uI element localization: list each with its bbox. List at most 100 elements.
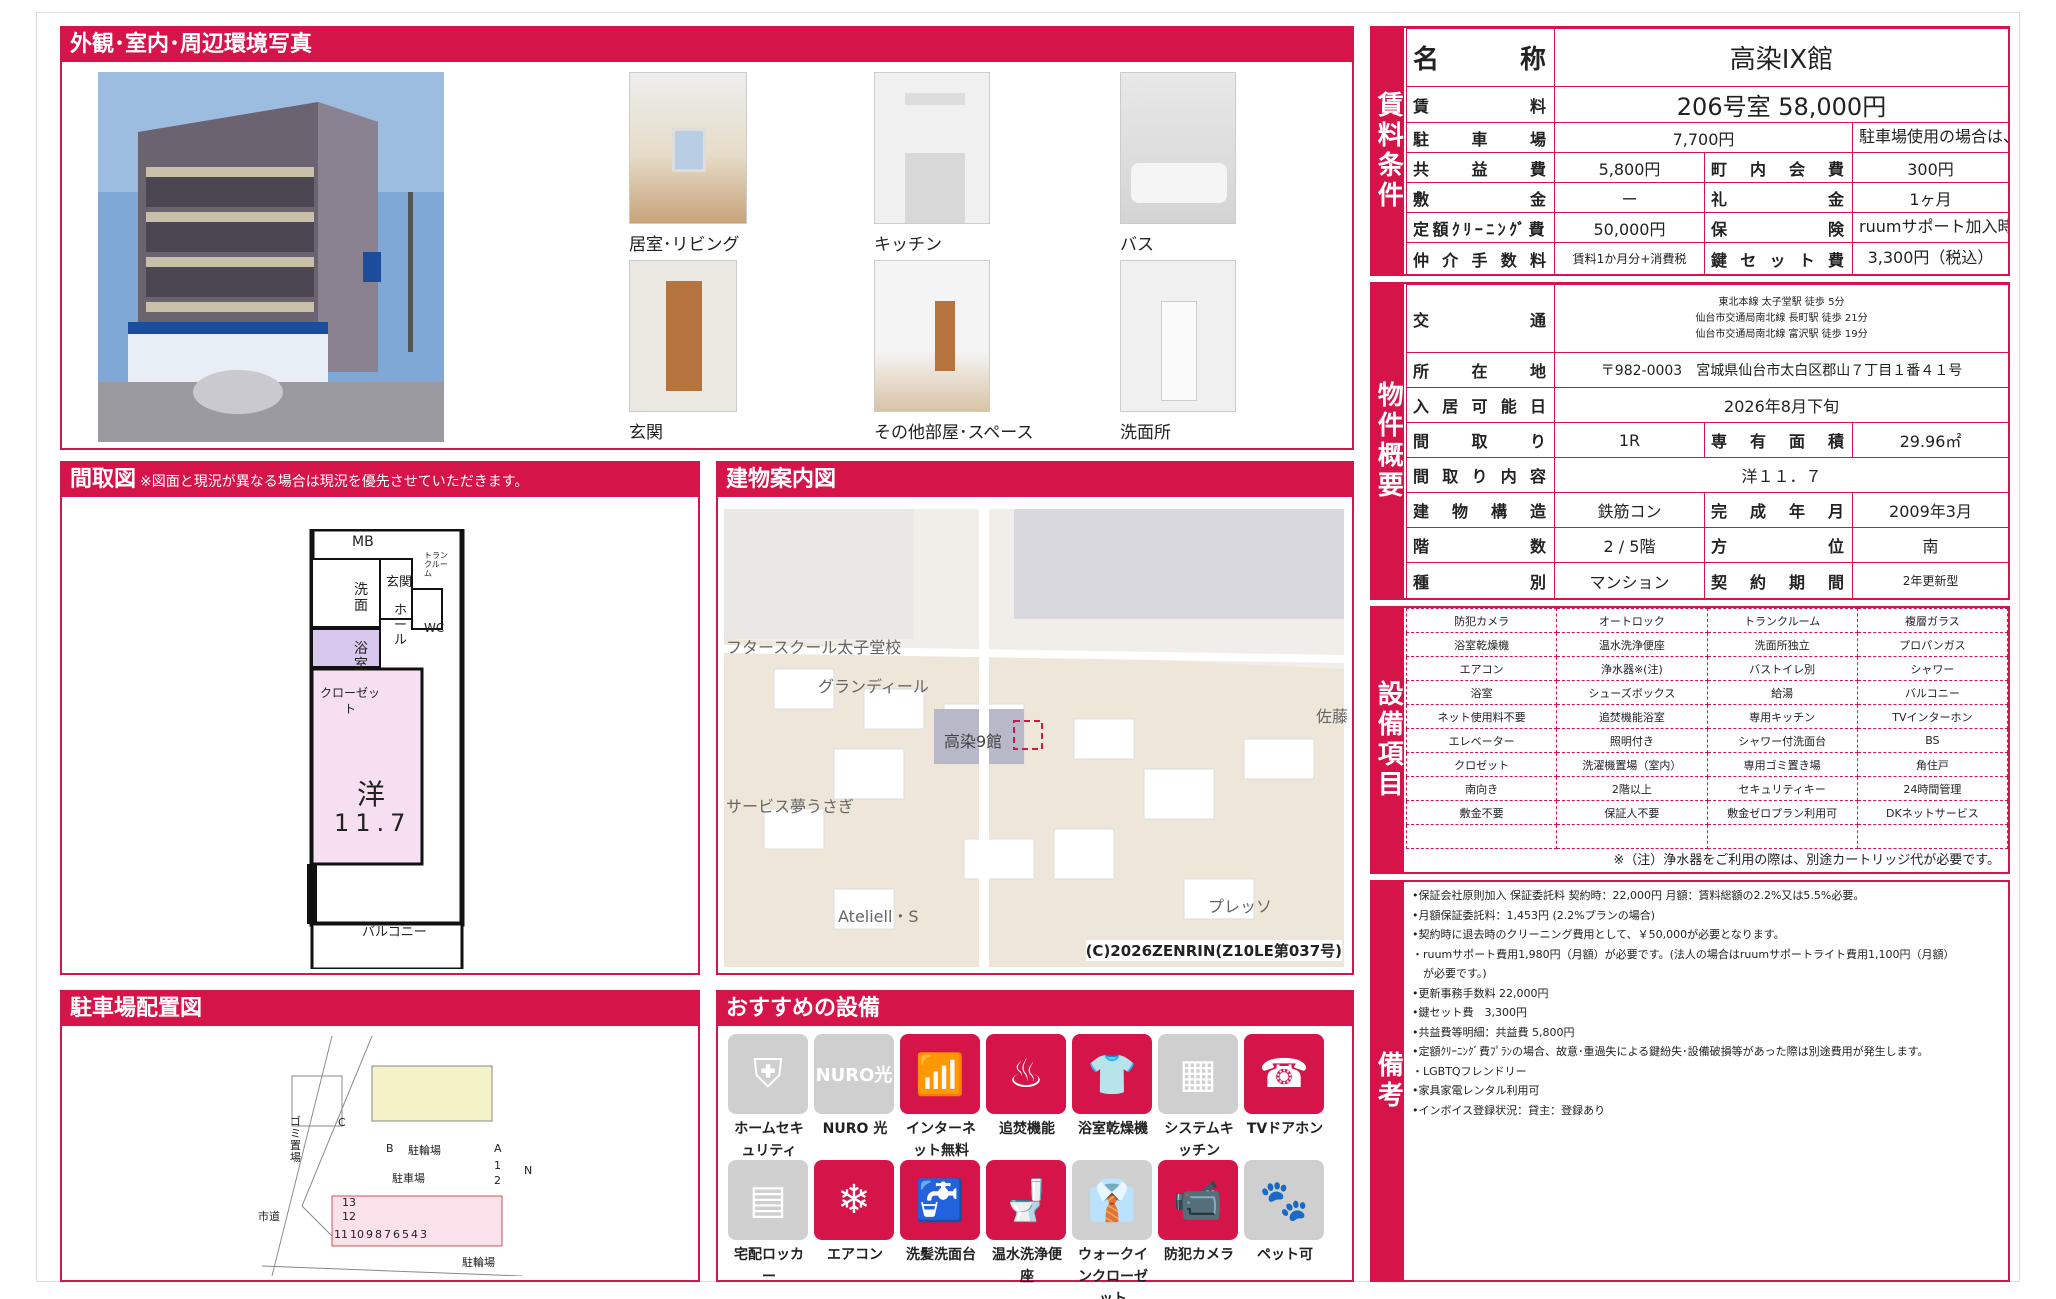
parking-road: 市道 (258, 1210, 280, 1223)
nuro-logo-text: NURO光 (815, 1065, 893, 1086)
equipment-item: BS (1856, 728, 2009, 753)
slot: 2 (494, 1174, 501, 1187)
equipment-item: ネット使用料不要 (1405, 704, 1558, 729)
parking-a: A (494, 1142, 502, 1155)
photo-entrance[interactable] (629, 260, 737, 412)
recommended-item: 🐾 ペット可 (1244, 1160, 1326, 1266)
equipment-item: 防犯カメラ (1405, 608, 1558, 633)
equipment-item: セキュリティキー (1706, 776, 1858, 801)
recommended-label: 洗髪洗面台 (906, 1247, 976, 1263)
recommended-panel: おすすめの設備 ⛨ ホームセキュリティ NURO光 NURO 光 📶 インターネット無料 ♨… (716, 990, 1354, 1299)
map-panel: 建物案内図 フタースクール太子堂校 グランディール 高染9館 サービス夢うさぎ … (716, 461, 1354, 975)
slot: 10 (350, 1228, 364, 1241)
equipment-item: 追焚機能浴室 (1556, 704, 1708, 729)
deposit-label: 敷金 (1406, 182, 1555, 213)
equipment-item: シューズボックス (1556, 680, 1708, 705)
equipment-item: 敷金不要 (1405, 800, 1558, 825)
recommended-item: 📶 インターネット無料 (900, 1034, 982, 1162)
recommended-item: ▤ 宅配ロッカー (728, 1160, 810, 1288)
slot: 1 (494, 1159, 501, 1172)
caption-washroom: 洗面所 (1120, 423, 1171, 443)
built-value: 2009年3月 (1851, 492, 2010, 528)
brokerage-fee: 賃料1か月分+消費税 (1554, 242, 1705, 275)
equipment-item (1556, 824, 1708, 849)
equipment-row (1405, 824, 2009, 849)
remark-line: ・ruumサポート費用1,980円（月額）が必要です。(法人の場合はruumサポ… (1412, 947, 1955, 961)
rent-vlabel: 賃料条件 (1372, 28, 1404, 274)
exterior-photo[interactable] (98, 72, 444, 442)
photo-bath[interactable] (1120, 72, 1236, 224)
brokerage-label: 仲介手数料 (1406, 242, 1555, 275)
key-money-value: 1ヶ月 (1852, 182, 2009, 213)
traffic-line: 仙台市交通局南北線 富沢駅 徒歩 19分 (1695, 328, 1868, 340)
equipment-item: DKネットサービス (1856, 800, 2009, 825)
remark-line: •鍵セット費 3,300円 (1412, 1006, 1527, 1019)
equipment-item: 専用ゴミ置き場 (1706, 752, 1858, 777)
bath-dryer-icon: 👕 (1072, 1034, 1152, 1114)
remark-line: •インボイス登録状況：貸主：登録あり (1412, 1103, 1606, 1117)
equipment-table: 防犯カメラ オートロック トランクルーム 複層ガラス 浴室乾燥機 温水洗浄便座 洗面所独立プ… (1405, 608, 2009, 849)
parking-b: B (386, 1142, 394, 1155)
photo-living[interactable] (629, 72, 747, 224)
recommended-label: ペット可 (1257, 1247, 1313, 1263)
fp-wc: WC (424, 621, 445, 635)
layout-value: 1R (1554, 422, 1705, 458)
rent-label: 賃料 (1406, 86, 1555, 123)
recommended-item: ▦ システムキッチン (1158, 1034, 1240, 1162)
map-label-ateliell: Ateliell・S (838, 907, 919, 926)
keyset-label: 鍵セット費 (1704, 242, 1853, 275)
washbasin-icon: 🚰 (900, 1160, 980, 1240)
direction-value: 南 (1851, 527, 2010, 563)
equipment-item: 複層ガラス (1856, 608, 2009, 633)
photo-kitchen[interactable] (874, 72, 990, 224)
equipment-item: 南向き (1405, 776, 1558, 801)
parking-cycle1: 駐輪場 (408, 1144, 441, 1157)
remark-line: •保証会社原則加入 保証委託料 契約時：22,000円 月額：賃料総額の2.2%… (1412, 889, 1865, 902)
equipment-vlabel-text: 設備項目 (1373, 680, 1404, 800)
equipment-item: 24時間管理 (1856, 776, 2009, 801)
rent-table: 名 称高染IX館 賃料 206号室 58,000円 駐車場 7,700円 駐車場使用の… (1406, 28, 2009, 275)
slot: 13 (342, 1196, 356, 1209)
equipment-item: エレベーター (1405, 728, 1558, 753)
recommended-label: 宅配ロッカー (734, 1247, 804, 1285)
common-label: 共益費 (1406, 152, 1555, 183)
equipment-row: エレベーター 照明付き シャワー付洗面台 BS (1405, 728, 2009, 753)
fp-closet: クローゼット (319, 686, 380, 716)
map-label-target: 高染9館 (944, 732, 1003, 751)
map-label-service: サービス夢うさぎ (726, 797, 855, 816)
kitchen-icon: ▦ (1158, 1034, 1238, 1114)
fp-yokushitsu: 浴室 (354, 641, 368, 673)
built-label: 完成年月 (1704, 492, 1853, 528)
equipment-item: シャワー (1856, 656, 2009, 681)
bathtub-icon: ♨ (986, 1034, 1066, 1114)
contract-label: 契約期間 (1704, 562, 1853, 599)
parking-slots-right: 1 2 (494, 1158, 501, 1188)
remark-line: •更新事務手数料 22,000円 (1412, 986, 1549, 1000)
wifi-icon: 📶 (900, 1034, 980, 1114)
equipment-note: ※（注）浄水器をご利用の際は、別途カートリッジ代が必要です。 (1613, 853, 2000, 868)
slot: 5 (402, 1228, 409, 1241)
floorplan-panel: 間取図 ※図面と現況が異なる場合は現況を優先させていただきます。 MB 洗面 浴室… (60, 461, 700, 975)
type-value: マンション (1554, 562, 1705, 599)
equipment-item: 専用キッチン (1706, 704, 1858, 729)
parking-gomi: ゴミ置場 (290, 1115, 301, 1164)
move-in-value: 2026年8月下旬 (1553, 387, 2010, 423)
remark-line: •月額保証委託料：1,453円 (2.2%プランの場合) (1412, 908, 1656, 922)
nuro-icon: NURO光 (814, 1034, 894, 1114)
equipment-item (1405, 824, 1558, 849)
map-label-grandeal: グランディール (818, 677, 929, 696)
equipment-item: 保証人不要 (1556, 800, 1708, 825)
floorplan-drawing[interactable] (307, 529, 477, 969)
rent-value: 206号室 58,000円 (1554, 86, 2009, 123)
photo-washroom[interactable] (1120, 260, 1236, 412)
area-label: 専有面積 (1704, 422, 1853, 458)
photo-other[interactable] (874, 260, 990, 412)
parking-slots-side: 13 12 (342, 1196, 356, 1224)
fp-room: 洋 (357, 778, 386, 811)
recommended-item: 👔 ウォークインクローゼット (1072, 1160, 1154, 1299)
insurance-label: 保険 (1704, 212, 1853, 243)
equipment-block: 設備項目 防犯カメラ オートロック トランクルーム 複層ガラス 浴室乾燥機 温水洗浄便座洗… (1370, 606, 2010, 874)
equipment-item: 温水洗浄便座 (1556, 632, 1708, 657)
equipment-row: 防犯カメラ オートロック トランクルーム 複層ガラス (1405, 608, 2009, 633)
recommended-label: NURO 光 (822, 1121, 888, 1137)
